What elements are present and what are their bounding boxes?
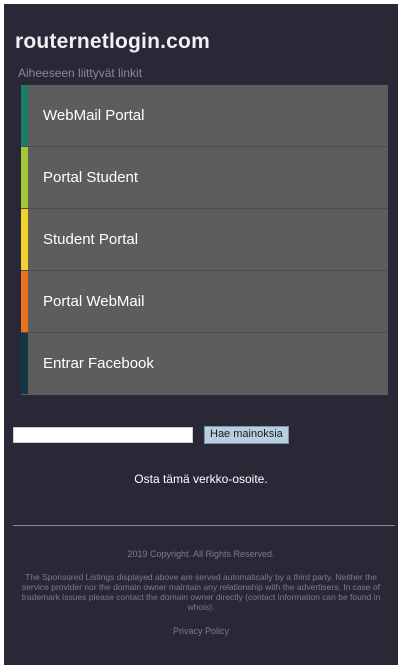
privacy-policy-link[interactable]: Privacy Policy bbox=[4, 626, 398, 636]
sponsored-disclaimer: The Sponsored Listings displayed above a… bbox=[21, 572, 381, 612]
related-link-webmail-portal[interactable]: WebMail Portal bbox=[21, 85, 388, 147]
related-link-portal-webmail[interactable]: Portal WebMail bbox=[21, 271, 388, 333]
search-input[interactable] bbox=[13, 427, 193, 443]
related-links-label: Aiheeseen liittyvät linkit bbox=[18, 66, 143, 80]
link-accent-bar bbox=[21, 271, 28, 332]
copyright-text: 2019 Copyright. All Rights Reserved. bbox=[127, 549, 275, 559]
related-links-list: WebMail Portal Portal Student Student Po… bbox=[21, 85, 388, 395]
link-accent-bar bbox=[21, 209, 28, 270]
link-accent-bar bbox=[21, 333, 28, 394]
related-link-label: Entrar Facebook bbox=[43, 355, 154, 372]
related-link-label: Portal Student bbox=[43, 169, 139, 186]
link-accent-bar bbox=[21, 147, 28, 208]
related-link-entrar-facebook[interactable]: Entrar Facebook bbox=[21, 333, 388, 394]
search-ads-button[interactable]: Hae mainoksia bbox=[204, 426, 289, 444]
footer-divider bbox=[13, 525, 395, 526]
related-link-label: WebMail Portal bbox=[43, 107, 145, 124]
related-link-label: Portal WebMail bbox=[43, 293, 145, 310]
link-accent-bar bbox=[21, 85, 28, 146]
buy-domain-link[interactable]: Osta tämä verkko-osoite. bbox=[4, 472, 398, 486]
page-frame: routernetlogin.com Aiheeseen liittyvät l… bbox=[4, 4, 398, 665]
related-link-label: Student Portal bbox=[43, 231, 139, 248]
related-link-student-portal[interactable]: Student Portal bbox=[21, 209, 388, 271]
related-link-portal-student[interactable]: Portal Student bbox=[21, 147, 388, 209]
site-title: routernetlogin.com bbox=[15, 30, 210, 53]
